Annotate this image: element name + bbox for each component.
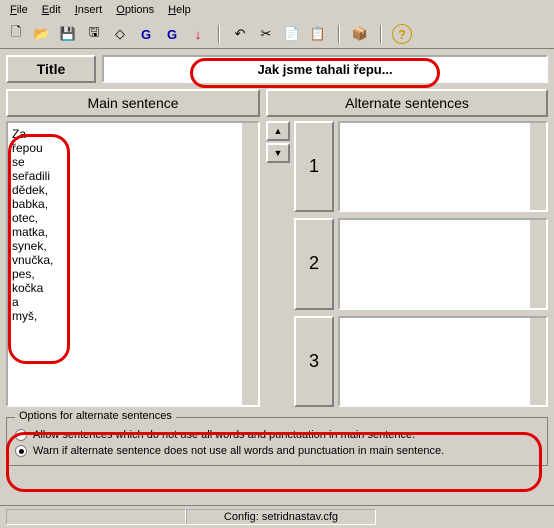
menu-insert[interactable]: Insert (69, 2, 109, 18)
slot-1-button[interactable]: 1 (294, 121, 334, 212)
main-sentence-text: Za řepou se seřadili dědek, babka, otec,… (12, 127, 254, 323)
status-config: Config: setridnastav.cfg (186, 509, 376, 525)
separator (338, 25, 340, 43)
menu-options[interactable]: Options (110, 2, 160, 18)
main-sentence-header: Main sentence (6, 89, 260, 117)
down-arrow-icon[interactable]: ↓ (188, 24, 208, 44)
undo-icon[interactable]: ↶ (230, 24, 250, 44)
app-icon[interactable]: 📦 (350, 24, 370, 44)
slot-2-button[interactable]: 2 (294, 218, 334, 309)
menubar: File Edit Insert Options Help (0, 0, 554, 20)
erase-icon[interactable]: ◇ (110, 24, 130, 44)
toolbar: 🗋 📂 💾 🖫 ◇ G G ↓ ↶ ✂ 📄 📋 📦 ? (0, 20, 554, 49)
option-allow[interactable]: Allow sentences which do not use all wor… (15, 427, 539, 443)
options-legend: Options for alternate sentences (15, 410, 176, 422)
move-up-button[interactable]: ▲ (266, 121, 290, 141)
statusbar: Config: setridnastav.cfg (0, 505, 554, 528)
menu-edit[interactable]: Edit (36, 2, 67, 18)
scrollbar[interactable] (530, 318, 546, 405)
open-icon[interactable]: 📂 (32, 24, 52, 44)
new-icon[interactable]: 🗋 (6, 24, 26, 44)
move-down-button[interactable]: ▼ (266, 143, 290, 163)
menu-help[interactable]: Help (162, 2, 197, 18)
scrollbar[interactable] (242, 123, 258, 405)
help-icon[interactable]: ? (392, 24, 412, 44)
option-warn-label: Warn if alternate sentence does not use … (33, 445, 444, 457)
option-allow-label: Allow sentences which do not use all wor… (33, 429, 415, 441)
save-icon[interactable]: 💾 (58, 24, 78, 44)
separator (218, 25, 220, 43)
status-left (6, 509, 186, 525)
save-set-icon[interactable]: 🖫 (84, 24, 104, 44)
alternate-sentences-header: Alternate sentences (266, 89, 548, 117)
radio-icon[interactable] (15, 445, 27, 457)
title-label: Title (6, 55, 96, 83)
radio-icon[interactable] (15, 429, 27, 441)
copy-icon[interactable]: 📄 (282, 24, 302, 44)
scrollbar[interactable] (530, 220, 546, 307)
paste-icon[interactable]: 📋 (308, 24, 328, 44)
scrollbar[interactable] (530, 123, 546, 210)
menu-file[interactable]: File (4, 2, 34, 18)
options-group: Options for alternate sentences Allow se… (6, 417, 548, 466)
option-warn[interactable]: Warn if alternate sentence does not use … (15, 443, 539, 459)
g1-icon[interactable]: G (136, 24, 156, 44)
cut-icon[interactable]: ✂ (256, 24, 276, 44)
main-sentence-box[interactable]: Za řepou se seřadili dědek, babka, otec,… (6, 121, 260, 407)
alt-sentence-3[interactable] (338, 316, 548, 407)
g2-icon[interactable]: G (162, 24, 182, 44)
slot-3-button[interactable]: 3 (294, 316, 334, 407)
title-input[interactable] (102, 55, 548, 83)
separator (380, 25, 382, 43)
alt-sentence-1[interactable] (338, 121, 548, 212)
alt-sentence-2[interactable] (338, 218, 548, 309)
